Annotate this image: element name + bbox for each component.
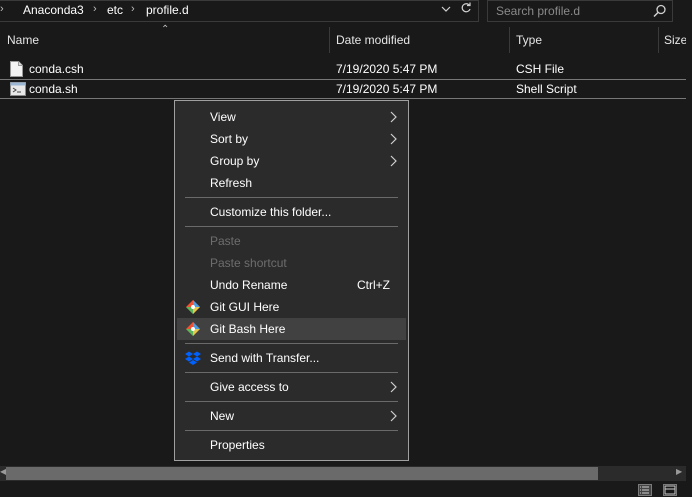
file-type: CSH File [516,62,565,76]
menu-item-label: Undo Rename [210,278,288,292]
context-menu: View Sort by Group by Refresh Customize … [174,100,409,461]
status-bar [0,481,692,497]
menu-item-customize-folder[interactable]: Customize this folder... [177,201,406,223]
menu-item-undo-rename[interactable]: Undo Rename Ctrl+Z [177,274,406,296]
menu-item-label: Paste shortcut [210,256,287,270]
address-toolbar: › Anaconda3 › etc › profile.d Search pro… [0,0,692,22]
shell-script-file-icon [10,82,26,99]
menu-item-new[interactable]: New [177,405,406,427]
menu-item-label: Sort by [210,132,249,146]
address-dropdown-chevron-icon[interactable] [436,1,456,21]
search-input[interactable]: Search profile.d [487,0,673,22]
file-date-modified: 7/19/2020 5:47 PM [336,62,438,76]
horizontal-scrollbar-thumb[interactable] [6,467,598,480]
menu-item-label: New [210,409,235,423]
file-row-conda-sh[interactable]: conda.sh 7/19/2020 5:47 PM Shell Script [0,79,686,99]
file-type: Shell Script [516,82,577,96]
column-header-type[interactable]: Type [516,33,542,47]
column-header-size[interactable]: Size [664,33,687,47]
search-icon[interactable] [652,3,668,19]
vertical-scrollbar[interactable] [686,22,692,466]
breadcrumb-chevron-icon: › [131,3,135,15]
menu-item-label: Refresh [210,176,253,190]
file-date-modified: 7/19/2020 5:47 PM [336,82,438,96]
menu-separator [185,226,398,227]
menu-item-sort-by[interactable]: Sort by [177,128,406,150]
file-row-conda-csh[interactable]: conda.csh 7/19/2020 5:47 PM CSH File [0,59,686,79]
menu-separator [185,372,398,373]
menu-item-git-gui-here[interactable]: Git GUI Here [177,296,406,318]
column-header-name[interactable]: Name [7,33,39,47]
menu-item-label: Git Bash Here [210,322,286,336]
column-divider[interactable] [329,27,330,53]
column-headers: ⌃ Name Date modified Type Size [0,24,692,53]
menu-item-label: Properties [210,438,265,452]
menu-separator [185,197,398,198]
menu-item-refresh[interactable]: Refresh [177,172,406,194]
refresh-icon[interactable] [456,1,476,21]
sort-ascending-icon: ⌃ [161,24,170,35]
column-header-date-modified[interactable]: Date modified [336,33,410,47]
keyboard-shortcut: Ctrl+Z [357,278,390,292]
submenu-arrow-icon [390,155,398,167]
submenu-arrow-icon [390,410,398,422]
menu-item-properties[interactable]: Properties [177,434,406,456]
menu-item-label: Paste [210,234,241,248]
file-name: conda.sh [29,82,78,96]
menu-item-group-by[interactable]: Group by [177,150,406,172]
file-name: conda.csh [29,62,84,76]
menu-separator [185,343,398,344]
breadcrumb-etc[interactable]: etc [107,3,123,17]
search-placeholder: Search profile.d [496,4,581,18]
git-gui-icon [185,299,201,315]
menu-item-label: View [210,110,236,124]
menu-item-label: Group by [210,154,260,168]
menu-separator [185,401,398,402]
address-bar[interactable]: › Anaconda3 › etc › profile.d [0,0,479,22]
menu-item-paste: Paste [177,230,406,252]
menu-item-label: Give access to [210,380,289,394]
submenu-arrow-icon [390,111,398,123]
details-view-button[interactable] [638,484,652,496]
menu-item-give-access-to[interactable]: Give access to [177,376,406,398]
breadcrumb-chevron-icon: › [0,3,4,15]
document-file-icon [10,61,23,80]
dropbox-icon [185,350,201,366]
menu-item-label: Git GUI Here [210,300,280,314]
breadcrumb-chevron-icon: › [93,3,97,15]
menu-separator [185,430,398,431]
scroll-right-arrow-icon[interactable]: ▶ [676,467,682,476]
menu-item-send-with-transfer[interactable]: Send with Transfer... [177,347,406,369]
menu-item-label: Send with Transfer... [210,351,320,365]
breadcrumb-profile-d[interactable]: profile.d [146,3,189,17]
menu-item-git-bash-here[interactable]: Git Bash Here [177,318,406,340]
breadcrumb-anaconda3[interactable]: Anaconda3 [23,3,84,17]
menu-item-view[interactable]: View [177,106,406,128]
submenu-arrow-icon [390,133,398,145]
column-divider[interactable] [658,27,659,53]
column-divider[interactable] [509,27,510,53]
menu-item-label: Customize this folder... [210,205,332,219]
large-icons-view-button[interactable] [663,484,677,496]
menu-item-paste-shortcut: Paste shortcut [177,252,406,274]
git-bash-icon [185,321,201,337]
submenu-arrow-icon [390,381,398,393]
